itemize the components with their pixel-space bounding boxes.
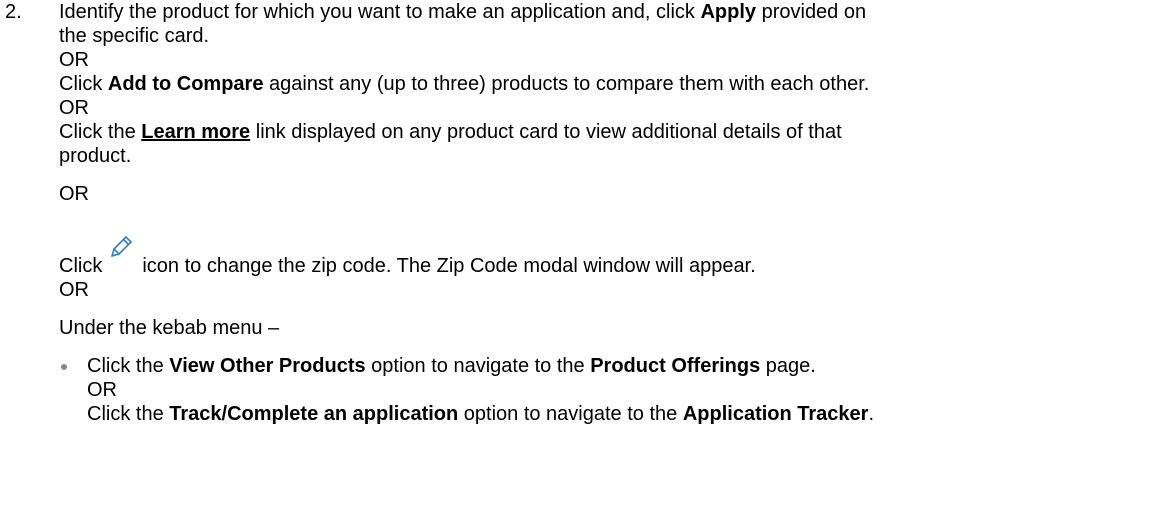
or-separator-5: OR [87,379,117,401]
view-products-text-mid: option to navigate to the [365,355,591,377]
track-text-mid: option to navigate to the [458,403,683,425]
learn-more-instruction-line1: Click the Learn more link displayed on a… [59,120,1159,144]
apply-text-post: provided on [756,1,867,23]
track-application-instruction: Click the Track/Complete an application … [87,402,1159,426]
learn-more-text-pre: Click the [59,121,142,143]
zip-code-instruction: Click icon to change the zip code. The Zi… [59,234,1159,278]
track-text-post: . [868,403,875,425]
view-products-text-pre: Click the [87,355,170,377]
apply-label: Apply [700,1,757,23]
learn-more-instruction-line2: product. [59,145,132,167]
pencil-edit-icon [108,234,134,260]
or-separator-1: OR [59,49,89,71]
compare-text-pre: Click [59,73,108,95]
or-separator-2: OR [59,97,89,119]
apply-instruction-line2: the specific card. [59,25,210,47]
bullet-icon [61,364,67,370]
step-number: 2. [5,1,22,23]
add-to-compare-label: Add to Compare [107,73,264,95]
step-content: Identify the product for which you want … [59,0,1159,426]
learn-more-text-post: link displayed on any product card to vi… [250,121,842,143]
view-other-products-instruction: Click the View Other Products option to … [87,354,1159,378]
or-separator-3: OR [59,183,89,205]
track-text-pre: Click the [87,403,170,425]
compare-text-post: against any (up to three) products to co… [263,73,870,95]
compare-instruction: Click Add to Compare against any (up to … [59,72,1159,96]
track-complete-application-label: Track/Complete an application [169,403,459,425]
view-other-products-label: View Other Products [169,355,366,377]
product-offerings-label: Product Offerings [590,355,761,377]
view-products-text-post: page. [760,355,816,377]
or-separator-4: OR [59,279,89,301]
application-tracker-label: Application Tracker [682,403,869,425]
apply-text-pre: Identify the product for which you want … [59,1,701,23]
zip-text-post: icon to change the zip code. The Zip Cod… [142,255,756,277]
learn-more-link[interactable]: Learn more [141,121,250,143]
kebab-menu-heading: Under the kebab menu – [59,317,280,339]
kebab-menu-options: Click the View Other Products option to … [59,354,1159,426]
zip-text-pre: Click [59,255,103,277]
apply-instruction-line1: Identify the product for which you want … [59,0,1159,24]
